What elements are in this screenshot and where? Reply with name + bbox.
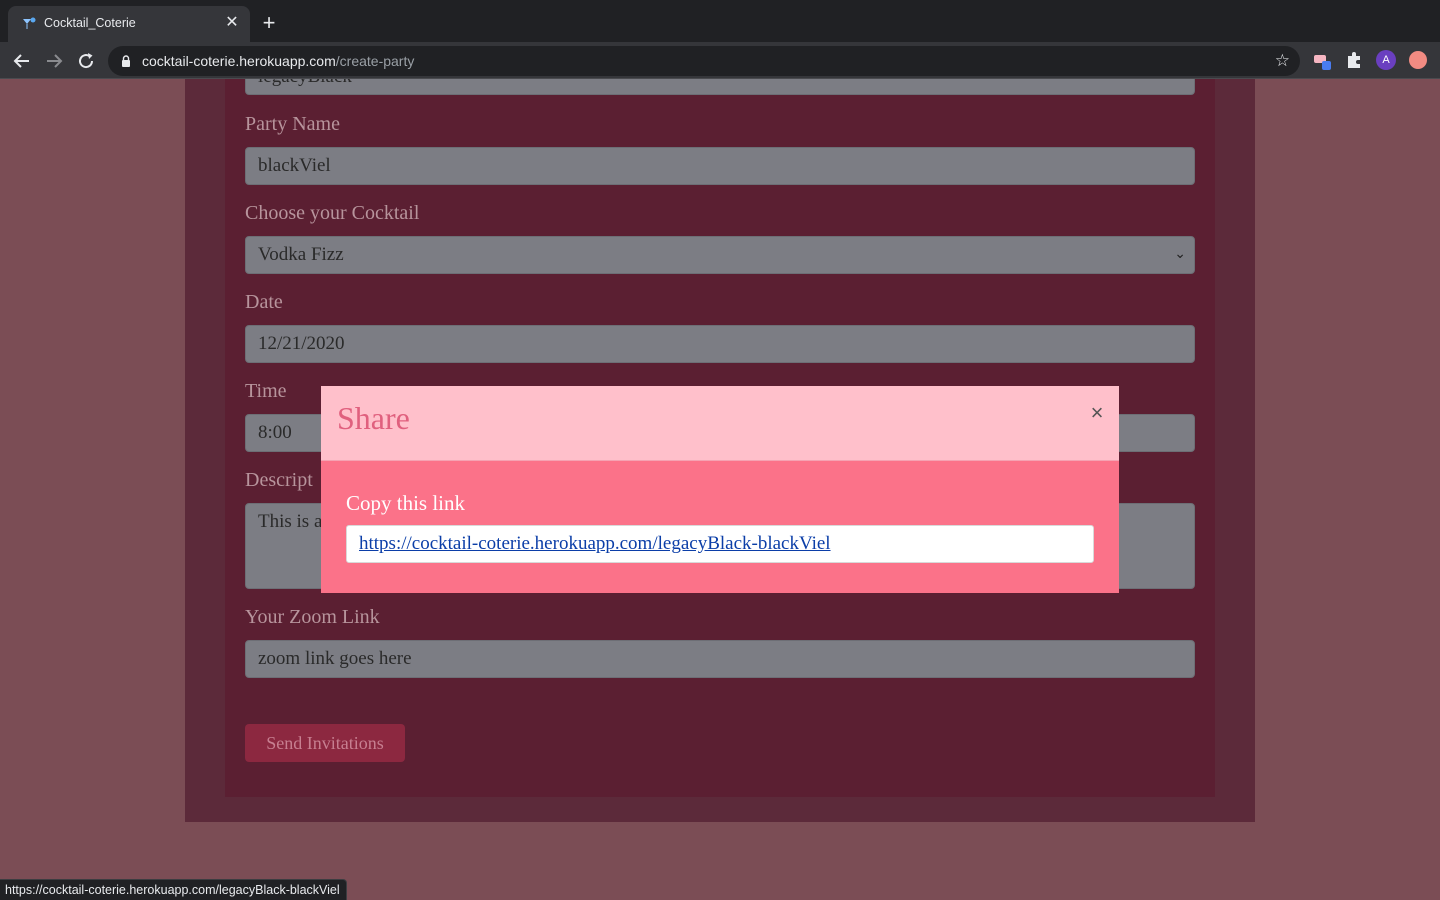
browser-tab[interactable]: Cocktail_Coterie ✕	[8, 6, 250, 42]
cocktail-favicon-icon	[23, 17, 36, 29]
browser-toolbar: cocktail-coterie.herokuapp.com/create-pa…	[0, 42, 1440, 112]
cocktail-select-value: Vodka Fizz	[258, 244, 344, 265]
send-invitations-button[interactable]: Send Invitations	[245, 724, 405, 762]
date-input[interactable]: 12/21/2020	[245, 325, 1195, 363]
tab-title: Cocktail_Coterie	[44, 16, 136, 30]
url-text: cocktail-coterie.herokuapp.com/create-pa…	[142, 53, 414, 69]
host-name-input[interactable]: legacyBlack	[245, 79, 1195, 95]
modal-header: Share ×	[321, 386, 1119, 461]
lock-icon	[122, 55, 130, 67]
modal-body: Copy this link https://cocktail-coterie.…	[321, 461, 1119, 593]
tab-close-icon[interactable]: ✕	[222, 13, 242, 33]
browser-tab-bar: Cocktail_Coterie ✕ +	[0, 0, 1440, 42]
zoom-link-input[interactable]: zoom link goes here	[245, 640, 1195, 678]
close-icon[interactable]: ×	[1089, 402, 1105, 424]
party-name-label: Party Name	[245, 113, 340, 135]
forward-arrow-icon[interactable]	[42, 49, 66, 73]
zoom-link-label: Your Zoom Link	[245, 606, 380, 628]
date-label: Date	[245, 291, 283, 313]
modal-title: Share	[337, 400, 410, 436]
update-icon[interactable]	[1409, 51, 1427, 69]
address-bar[interactable]: cocktail-coterie.herokuapp.com/create-pa…	[108, 46, 1300, 76]
cocktail-select[interactable]: Vodka Fizz ⌄	[245, 236, 1195, 274]
extensions-puzzle-icon[interactable]	[1344, 50, 1364, 70]
chevron-down-icon: ⌄	[1174, 247, 1186, 262]
cocktail-label: Choose your Cocktail	[245, 202, 420, 224]
back-arrow-icon[interactable]	[10, 49, 34, 73]
share-modal: Share × Copy this link https://cocktail-…	[321, 386, 1119, 593]
share-link[interactable]: https://cocktail-coterie.herokuapp.com/l…	[359, 533, 831, 554]
new-tab-button[interactable]: +	[259, 12, 279, 34]
status-url-bubble: https://cocktail-coterie.herokuapp.com/l…	[0, 879, 347, 900]
url-host: cocktail-coterie.herokuapp.com	[142, 53, 336, 69]
url-path: /create-party	[335, 53, 415, 69]
bookmark-star-icon[interactable]: ☆	[1275, 52, 1290, 70]
party-name-input[interactable]: blackViel	[245, 147, 1195, 185]
share-link-field[interactable]: https://cocktail-coterie.herokuapp.com/l…	[346, 525, 1094, 563]
reload-icon[interactable]	[74, 49, 98, 73]
description-label: Descript	[245, 469, 313, 491]
profile-avatar[interactable]: A	[1376, 50, 1396, 70]
copy-link-label: Copy this link	[346, 491, 466, 515]
extension-icon[interactable]	[1312, 50, 1332, 70]
time-label: Time	[245, 380, 287, 402]
